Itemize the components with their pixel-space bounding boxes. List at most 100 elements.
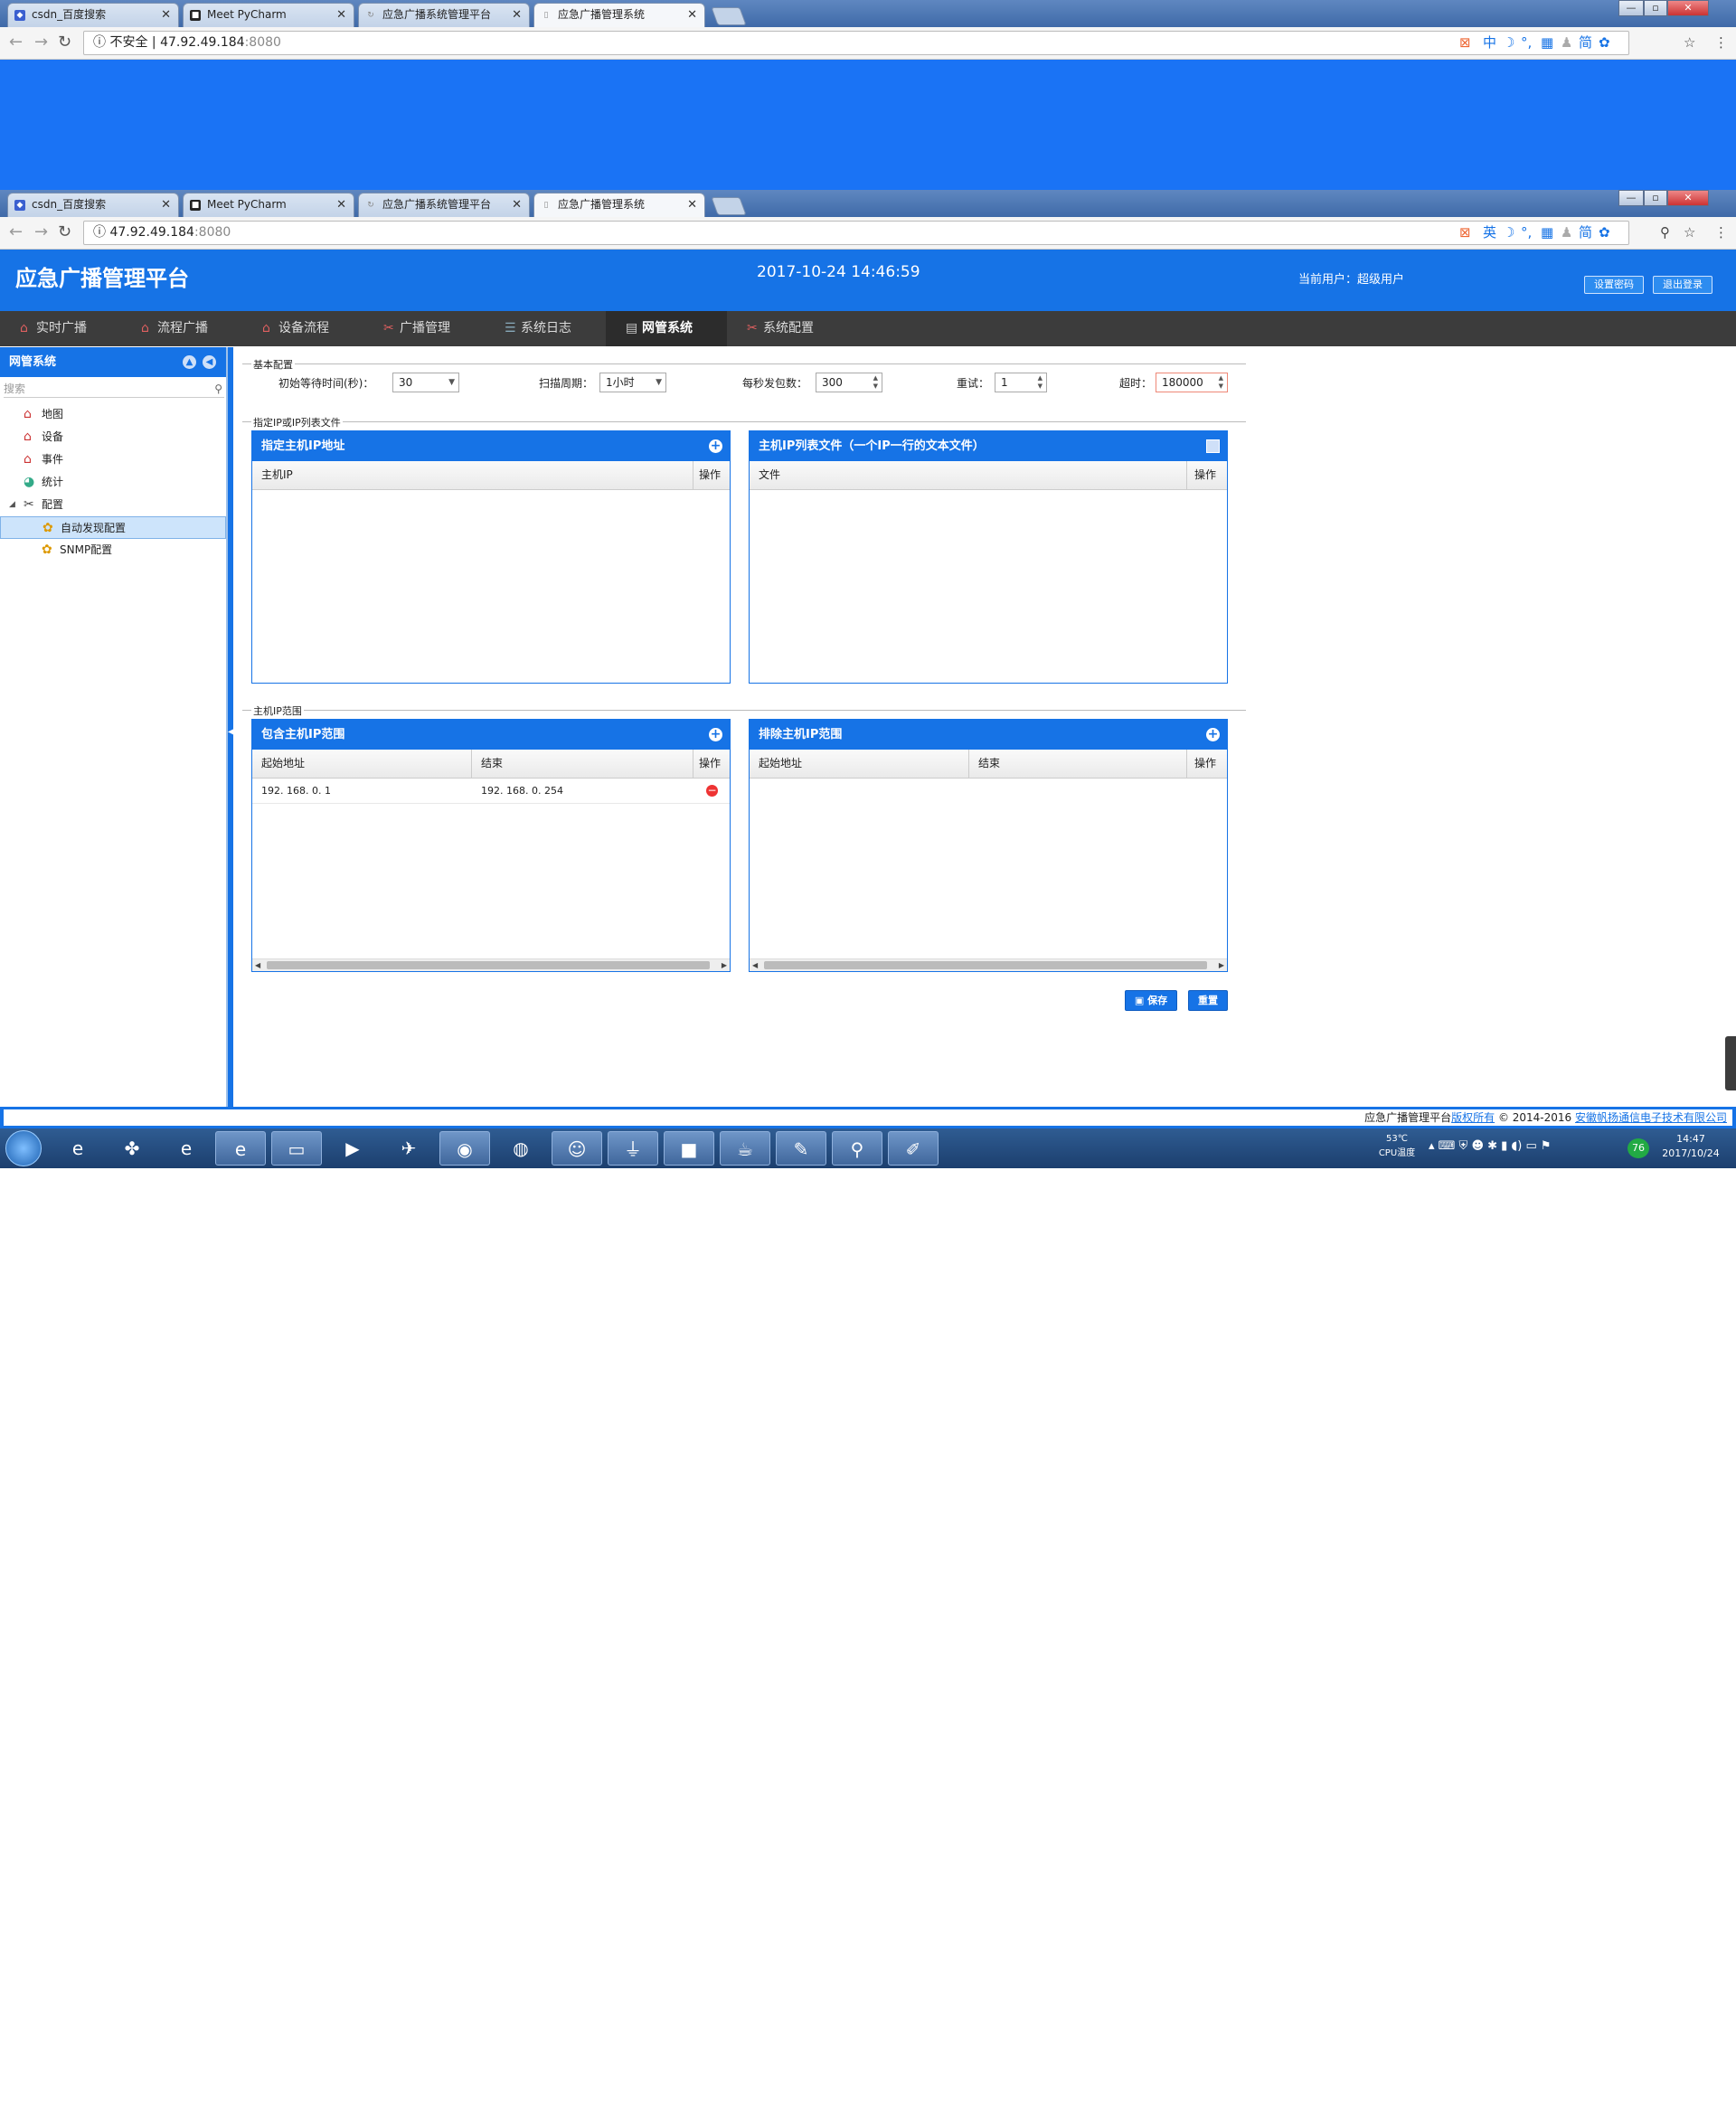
chrome-icon[interactable]: ◉ [439, 1131, 490, 1166]
colorful-app-icon[interactable]: ◍ [495, 1131, 546, 1166]
tree-item-config[interactable]: ◢ ✂ 配置 [0, 494, 226, 516]
notepad-icon[interactable]: ✎ [776, 1131, 826, 1166]
horizontal-scrollbar[interactable]: ◀ ▶ [750, 958, 1227, 971]
reload-icon[interactable]: ↻ [58, 33, 71, 52]
keyboard-icon[interactable]: ▦ [1541, 34, 1553, 51]
sidebar-search-input[interactable]: 搜索 ⚲ [4, 380, 224, 398]
pdf-icon[interactable]: ⏚ [608, 1131, 658, 1166]
ime-simplified-toggle[interactable]: 简 [1579, 224, 1592, 241]
browser-tab-1[interactable]: ◆ csdn_百度搜索 ✕ [7, 193, 179, 217]
ime-language-toggle[interactable]: 英 [1483, 224, 1496, 241]
browser-tab-3[interactable]: ↻ 应急广播系统管理平台 ✕ [358, 3, 530, 27]
horizontal-scrollbar[interactable]: ◀ ▶ [252, 958, 730, 971]
ie-alt-icon[interactable]: e [161, 1131, 212, 1166]
browser-tab-4[interactable]: ▯ 应急广播管理系统 ✕ [533, 193, 705, 217]
close-icon[interactable]: ✕ [161, 194, 171, 216]
gear-icon[interactable]: ✿ [1599, 224, 1610, 241]
spinner-icon[interactable]: ▲ ▼ [1038, 374, 1043, 391]
save-button[interactable]: ▣ 保存 [1125, 990, 1177, 1011]
punctuation-icon[interactable]: °, [1521, 224, 1532, 241]
ime-simplified-toggle[interactable]: 简 [1579, 34, 1592, 51]
punctuation-icon[interactable]: °, [1521, 34, 1532, 51]
delete-icon[interactable]: − [706, 785, 718, 797]
scrollbar-thumb[interactable] [764, 961, 1207, 969]
close-icon[interactable]: ✕ [687, 194, 697, 216]
close-icon[interactable]: ✕ [336, 194, 346, 216]
menu-flow-broadcast[interactable]: ⌂ 流程广播 [121, 311, 242, 346]
scan-period-select[interactable]: 1小时 ▼ [599, 373, 666, 392]
tray-icons[interactable]: ▴ ⌨ ⛨ ☻ ✱ ▮ ◖) ▭ ⚑ [1429, 1139, 1609, 1154]
tree-item-map[interactable]: ⌂ 地图 [0, 403, 226, 426]
media-player-icon[interactable]: ▶ [327, 1131, 378, 1166]
column-header-action[interactable]: 操作 [693, 461, 730, 489]
menu-system-config[interactable]: ✂ 系统配置 [727, 311, 848, 346]
close-icon[interactable]: ✕ [687, 4, 697, 26]
feather-icon[interactable]: ✈ [383, 1131, 434, 1166]
scroll-right-icon[interactable]: ▶ [722, 959, 727, 971]
rights-link[interactable]: 版权所有 [1451, 1111, 1495, 1124]
chevron-up-icon[interactable]: ▴ [1429, 1139, 1435, 1153]
forward-icon[interactable]: → [34, 33, 48, 52]
system-clock[interactable]: 14:47 2017/10/24 [1653, 1132, 1729, 1161]
browser-tab-1[interactable]: ◆ csdn_百度搜索 ✕ [7, 3, 179, 27]
scrollbar-thumb[interactable] [267, 961, 710, 969]
column-header-action[interactable]: 操作 [1187, 461, 1227, 489]
column-header-start[interactable]: 起始地址 [252, 750, 472, 778]
column-header-end[interactable]: 结束 [472, 750, 693, 778]
column-header-start[interactable]: 起始地址 [750, 750, 969, 778]
sogou-icon[interactable]: ⊠ [1459, 34, 1471, 51]
url-field[interactable]: ⓘ 不安全 | 47.92.49.184:8080 [83, 31, 1629, 55]
initial-wait-select[interactable]: 30 ▼ [392, 373, 459, 392]
close-icon[interactable]: ✕ [512, 194, 522, 216]
folder-icon[interactable]: ▭ [271, 1131, 322, 1166]
reset-button[interactable]: 重置 [1188, 990, 1228, 1011]
close-icon[interactable]: ✕ [512, 4, 522, 26]
company-link[interactable]: 安徽帆扬通信电子技术有限公司 [1575, 1111, 1727, 1124]
column-header-host-ip[interactable]: 主机IP [252, 461, 693, 489]
paint-icon[interactable]: ✐ [888, 1131, 939, 1166]
ime-language-toggle[interactable]: 中 [1483, 34, 1496, 51]
contacts-icon[interactable]: ☺ [552, 1131, 602, 1166]
user-icon[interactable]: ♟ [1561, 34, 1572, 51]
scroll-left-icon[interactable]: ◀ [752, 959, 758, 971]
start-button[interactable] [5, 1130, 42, 1166]
ie-open-icon[interactable]: e [215, 1131, 266, 1166]
column-header-file[interactable]: 文件 [750, 461, 1187, 489]
ie-icon[interactable]: e [52, 1131, 103, 1166]
user-icon[interactable]: ♟ [1561, 224, 1572, 241]
forward-icon[interactable]: → [34, 222, 48, 241]
minimize-button[interactable]: — [1618, 190, 1644, 206]
search-icon[interactable]: ⚲ [214, 380, 222, 398]
upload-icon[interactable] [1206, 439, 1220, 453]
menu-realtime-broadcast[interactable]: ⌂ 实时广播 [0, 311, 121, 346]
keyboard-icon[interactable]: ▦ [1541, 224, 1553, 241]
expand-arrow-icon[interactable]: ◢ [9, 494, 15, 516]
tree-item-statistics[interactable]: ◕ 统计 [0, 471, 226, 494]
scroll-right-icon[interactable]: ▶ [1219, 959, 1224, 971]
cpu-temp-widget[interactable]: 53℃ CPU温度 [1356, 1132, 1438, 1161]
set-password-button[interactable]: 设置密码 [1584, 276, 1644, 294]
sogou-icon[interactable]: ⊠ [1459, 224, 1471, 241]
menu-device-flow[interactable]: ⌂ 设备流程 [242, 311, 363, 346]
office-icon[interactable]: ✤ [107, 1131, 157, 1166]
close-window-button[interactable]: ✕ [1667, 190, 1709, 206]
add-circle-icon[interactable]: + [1206, 728, 1220, 741]
back-icon[interactable]: ← [9, 222, 23, 241]
star-icon[interactable]: ☆ [1684, 34, 1695, 51]
menu-network-management[interactable]: ▤ 网管系统 [606, 311, 727, 346]
column-header-action[interactable]: 操作 [1187, 750, 1227, 778]
url-field[interactable]: ⓘ 47.92.49.184:8080 [83, 221, 1629, 245]
close-icon[interactable]: ✕ [336, 4, 346, 26]
gear-icon[interactable]: ✿ [1599, 34, 1610, 51]
tree-item-snmp[interactable]: ✿ SNMP配置 [0, 539, 226, 562]
packets-per-second-stepper[interactable]: 300 ▲ ▼ [816, 373, 882, 392]
column-header-end[interactable]: 结束 [969, 750, 1187, 778]
more-menu-icon[interactable]: ⋮ [1714, 224, 1728, 241]
add-circle-icon[interactable]: + [709, 439, 722, 453]
security-badge[interactable]: 76 [1628, 1138, 1649, 1158]
browser-tab-4[interactable]: ▯ 应急广播管理系统 ✕ [533, 3, 705, 27]
maximize-button[interactable]: ▫ [1644, 0, 1667, 16]
menu-system-log[interactable]: ☰ 系统日志 [485, 311, 606, 346]
close-window-button[interactable]: ✕ [1667, 0, 1709, 16]
pycharm-icon[interactable]: ■ [664, 1131, 714, 1166]
